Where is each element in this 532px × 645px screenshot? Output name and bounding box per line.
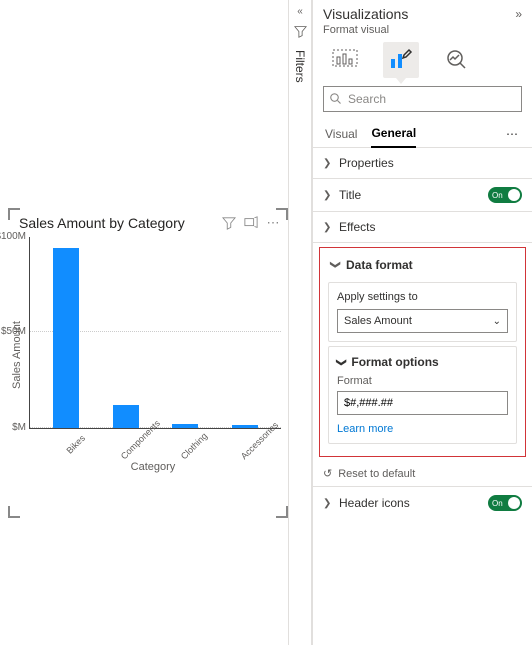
chevron-down-icon: ⌄ [493, 316, 501, 327]
x-axis-label: Category [25, 461, 281, 473]
bar-components[interactable] [113, 405, 139, 428]
chevron-right-icon: ❯ [323, 222, 333, 233]
chevron-right-icon: ❯ [323, 498, 333, 509]
chevron-right-icon: ❯ [323, 158, 333, 169]
bar-bikes[interactable] [53, 248, 79, 428]
report-canvas: Sales Amount by Category ⋯ Sales Amount … [0, 0, 288, 645]
tab-general[interactable]: General [371, 120, 416, 148]
reset-icon: ↺ [323, 467, 332, 480]
focus-mode-icon[interactable] [243, 215, 259, 231]
format-visual-tab[interactable] [383, 42, 419, 78]
chevron-down-icon: ❯ [336, 358, 347, 366]
build-visual-tab[interactable] [327, 42, 363, 78]
section-properties[interactable]: ❯ Properties [313, 148, 532, 179]
section-data-format[interactable]: ❯ Data format [324, 252, 521, 278]
y-tick: $100M [0, 231, 26, 242]
reset-to-default[interactable]: ↺ Reset to default [313, 461, 532, 487]
apply-settings-card: Apply settings to Sales Amount ⌄ [328, 282, 517, 342]
bar-accessories[interactable] [232, 425, 258, 428]
format-mode-tabs [313, 42, 532, 86]
x-tick: Bikes [59, 433, 87, 461]
filters-panel-collapsed[interactable]: « Filters [288, 0, 312, 645]
section-effects[interactable]: ❯ Effects [313, 212, 532, 243]
y-tick: $M [0, 422, 26, 433]
resize-handle-tl[interactable] [8, 208, 20, 220]
visual-header: Sales Amount by Category ⋯ [9, 209, 287, 233]
chevron-right-icon: ❯ [323, 190, 333, 201]
title-toggle[interactable]: On [488, 187, 522, 203]
filter-icon[interactable] [221, 215, 237, 231]
chart-visual[interactable]: Sales Amount by Category ⋯ Sales Amount … [8, 208, 288, 518]
dropdown-value: Sales Amount [344, 315, 412, 327]
search-input[interactable]: Search [323, 86, 522, 112]
header-icons-toggle[interactable]: On [488, 495, 522, 511]
resize-handle-br[interactable] [276, 506, 288, 518]
search-placeholder: Search [348, 92, 386, 106]
y-axis-label: Sales Amount [9, 237, 25, 473]
filter-icon [294, 25, 307, 38]
analytics-tab[interactable] [439, 42, 475, 78]
search-icon [330, 93, 342, 105]
bar-clothing[interactable] [172, 424, 198, 428]
filters-label: Filters [293, 50, 307, 83]
section-header-icons[interactable]: ❯ Header icons On [313, 487, 532, 519]
format-tabs: Visual General ⋯ [313, 120, 532, 148]
chart-title: Sales Amount by Category [19, 215, 221, 231]
x-tick: Clothing [179, 433, 207, 461]
resize-handle-tr[interactable] [276, 208, 288, 220]
x-tick: Components [119, 433, 147, 461]
tab-more-icon[interactable]: ⋯ [504, 127, 520, 141]
learn-more-link[interactable]: Learn more [337, 423, 508, 435]
apply-settings-dropdown[interactable]: Sales Amount ⌄ [337, 309, 508, 333]
format-options-card: ❯ Format options Format Learn more [328, 346, 517, 444]
section-title[interactable]: ❯ Title On [313, 179, 532, 212]
expand-icon[interactable]: » [515, 7, 522, 21]
panel-title: Visualizations [323, 6, 408, 22]
tab-visual[interactable]: Visual [325, 121, 357, 147]
visualizations-panel: Visualizations » Format visual Search Vi… [312, 0, 532, 645]
apply-settings-label: Apply settings to [337, 291, 508, 303]
y-tick: $50M [0, 326, 26, 337]
x-tick: Accessories [239, 433, 267, 461]
resize-handle-bl[interactable] [8, 506, 20, 518]
format-input[interactable] [337, 391, 508, 415]
chevron-down-icon: ❯ [330, 260, 341, 270]
collapse-icon[interactable]: « [297, 6, 303, 17]
format-options-header[interactable]: ❯ Format options [337, 355, 508, 369]
data-format-callout: ❯ Data format Apply settings to Sales Am… [319, 247, 526, 457]
panel-subtitle: Format visual [313, 24, 532, 42]
format-label: Format [337, 375, 508, 387]
chart-plot-area: $M $50M $100M [29, 237, 281, 429]
